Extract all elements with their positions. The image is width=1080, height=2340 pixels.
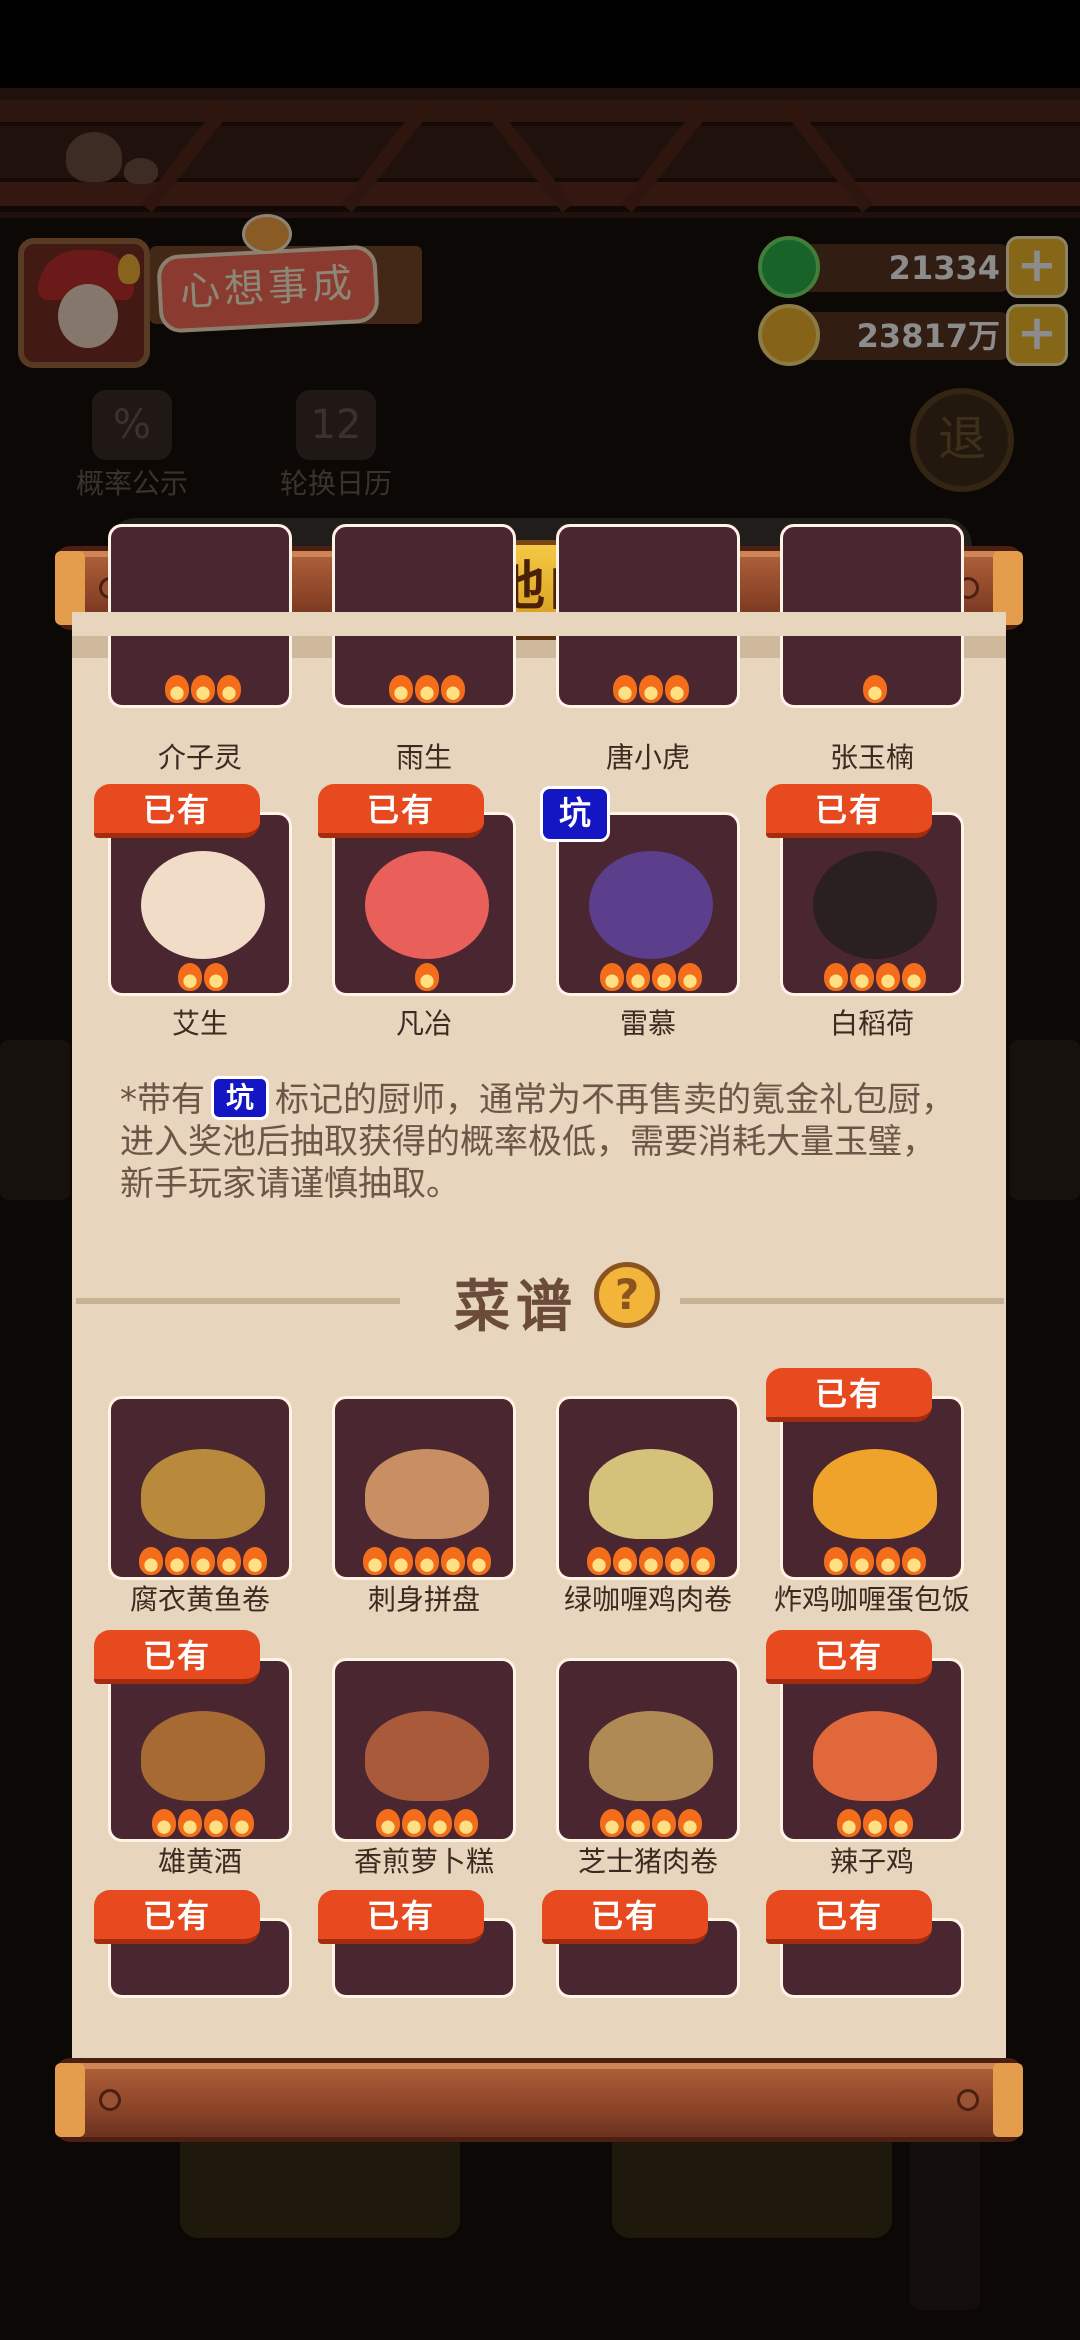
recipe-name: 香煎萝卜糕 [353, 1845, 494, 1878]
chef-tile [780, 812, 964, 996]
recipe-name: 芝士猪肉卷 [577, 1845, 718, 1878]
pit-badge: 坑 [540, 786, 610, 842]
owned-badge: 已有 [318, 784, 484, 838]
recipes-section-title: 菜谱 [454, 1275, 578, 1340]
star-rating [335, 1547, 513, 1575]
recipes-help-button[interactable]: ? [594, 1262, 660, 1328]
owned-badge: 已有 [94, 784, 260, 838]
recipe-tile [108, 1396, 292, 1580]
dish-image [365, 1449, 489, 1539]
recipe-tile [108, 1658, 292, 1842]
scroll-clip-edge [72, 1998, 1006, 2058]
star-rating [111, 1809, 289, 1837]
scroll-clip-edge [72, 612, 1006, 636]
dish-image [589, 1711, 713, 1801]
star-rating [559, 1809, 737, 1837]
chef-name: 凡冶 [395, 1007, 452, 1040]
section-divider-left [76, 1298, 400, 1304]
rod-rivet [99, 2089, 121, 2111]
rod-rivet [957, 2089, 979, 2111]
note-prefix: *带有 [120, 1080, 205, 1120]
recipe-name: 辣子鸡 [829, 1845, 914, 1878]
recipe-tile [332, 1658, 516, 1842]
chef-tile [332, 812, 516, 996]
star-rating [783, 1809, 961, 1837]
owned-badge: 已有 [542, 1890, 708, 1944]
recipe-tile [556, 1396, 740, 1580]
chef-portrait [365, 851, 489, 959]
chef-name: 唐小虎 [605, 741, 690, 774]
recipe-name: 刺身拼盘 [367, 1583, 480, 1616]
status-bar [0, 0, 1080, 88]
star-rating [783, 675, 961, 703]
pit-explanation-note: *带有坑标记的厨师，通常为不再售卖的氪金礼包厨，进入奖池后抽取获得的概率极低，需… [120, 1076, 960, 1205]
recipe-name: 绿咖喱鸡肉卷 [563, 1583, 732, 1616]
star-rating [111, 675, 289, 703]
dish-image [589, 1449, 713, 1539]
chef-portrait [141, 851, 265, 959]
owned-badge: 已有 [766, 1890, 932, 1944]
dish-image [365, 1711, 489, 1801]
rod-cap [55, 2063, 85, 2137]
star-rating [559, 675, 737, 703]
section-divider-right [680, 1298, 1004, 1304]
owned-badge: 已有 [766, 1368, 932, 1422]
chef-name: 雨生 [395, 741, 452, 774]
star-rating [335, 1809, 513, 1837]
recipe-tile [780, 1396, 964, 1580]
chef-name: 介子灵 [157, 741, 242, 774]
owned-badge: 已有 [766, 1630, 932, 1684]
pit-badge: 坑 [211, 1076, 269, 1120]
dish-image [141, 1449, 265, 1539]
recipe-name: 雄黄酒 [157, 1845, 242, 1878]
star-rating [111, 1547, 289, 1575]
chef-name: 雷慕 [619, 1007, 676, 1040]
chef-tile [108, 812, 292, 996]
recipe-tile [556, 1658, 740, 1842]
owned-badge: 已有 [766, 784, 932, 838]
chef-name: 张玉楠 [829, 741, 914, 774]
recipe-tile [332, 1396, 516, 1580]
owned-badge: 已有 [94, 1890, 260, 1944]
chef-portrait [589, 851, 713, 959]
recipe-name: 炸鸡咖喱蛋包饭 [773, 1583, 970, 1616]
star-rating [559, 1547, 737, 1575]
dish-image [813, 1711, 937, 1801]
star-rating [111, 963, 289, 991]
star-rating [783, 963, 961, 991]
dish-image [813, 1449, 937, 1539]
dish-image [141, 1711, 265, 1801]
star-rating [783, 1547, 961, 1575]
scroll-rod-bottom [55, 2058, 1023, 2142]
owned-badge: 已有 [94, 1630, 260, 1684]
chef-portrait [813, 851, 937, 959]
star-rating [335, 963, 513, 991]
rod-cap [993, 2063, 1023, 2137]
star-rating [559, 963, 737, 991]
chef-name: 白稻荷 [829, 1007, 914, 1040]
recipe-name: 腐衣黄鱼卷 [129, 1583, 270, 1616]
recipe-tile [780, 1658, 964, 1842]
chef-name: 艾生 [171, 1007, 228, 1040]
owned-badge: 已有 [318, 1890, 484, 1944]
star-rating [335, 675, 513, 703]
